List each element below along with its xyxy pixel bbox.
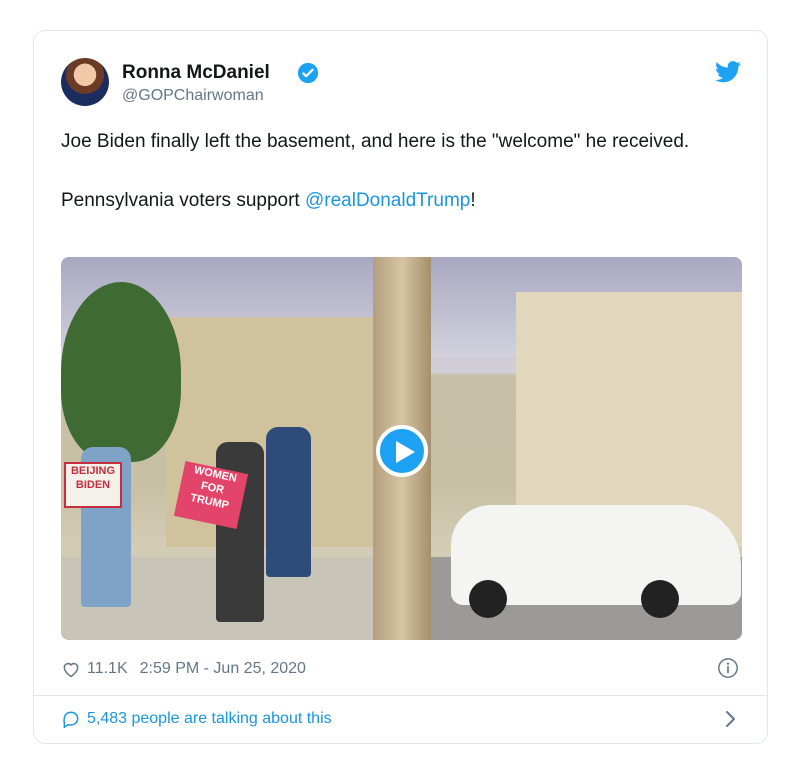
chevron-right-icon[interactable] [723,710,737,728]
conversation-link[interactable]: 5,483 people are talking about this [61,709,332,729]
trees [61,282,181,462]
display-name[interactable]: Ronna McDaniel [122,62,270,84]
info-icon[interactable] [717,657,739,679]
tweet-meta: 11.1K 2:59 PM - Jun 25, 2020 [61,657,306,681]
twitter-bird-icon[interactable] [715,61,741,83]
comment-bubble-icon [63,711,79,729]
heart-icon[interactable] [61,659,81,679]
tweet-line-1: Joe Biden finally left the basement, and… [61,131,690,152]
play-button[interactable] [376,425,428,477]
divider [34,695,767,696]
user-handle[interactable]: @GOPChairwoman [122,87,264,105]
car-wheel [469,580,507,618]
timestamp[interactable]: 2:59 PM - Jun 25, 2020 [140,660,306,678]
video-thumbnail[interactable]: BEIJING BIDEN WOMEN FOR TRUMP [61,257,742,640]
tweet-line-2-prefix: Pennsylvania voters support [61,190,305,211]
car-wheel [641,580,679,618]
mention-link[interactable]: @realDonaldTrump [305,190,470,211]
tweet-card[interactable]: Ronna McDaniel @GOPChairwoman Joe Biden … [33,30,768,744]
tweet-line-2: Pennsylvania voters support @realDonaldT… [61,185,711,216]
verified-badge-icon [297,62,319,84]
play-icon [396,441,415,463]
sign-beijing-biden: BEIJING BIDEN [64,462,122,508]
tweet-line-2-suffix: ! [470,190,476,211]
conversation-label[interactable]: 5,483 people are talking about this [87,710,332,728]
tweet-text: Joe Biden finally left the basement, and… [61,126,711,216]
protester [266,427,311,577]
avatar[interactable] [61,58,109,106]
like-count[interactable]: 11.1K [87,660,128,678]
